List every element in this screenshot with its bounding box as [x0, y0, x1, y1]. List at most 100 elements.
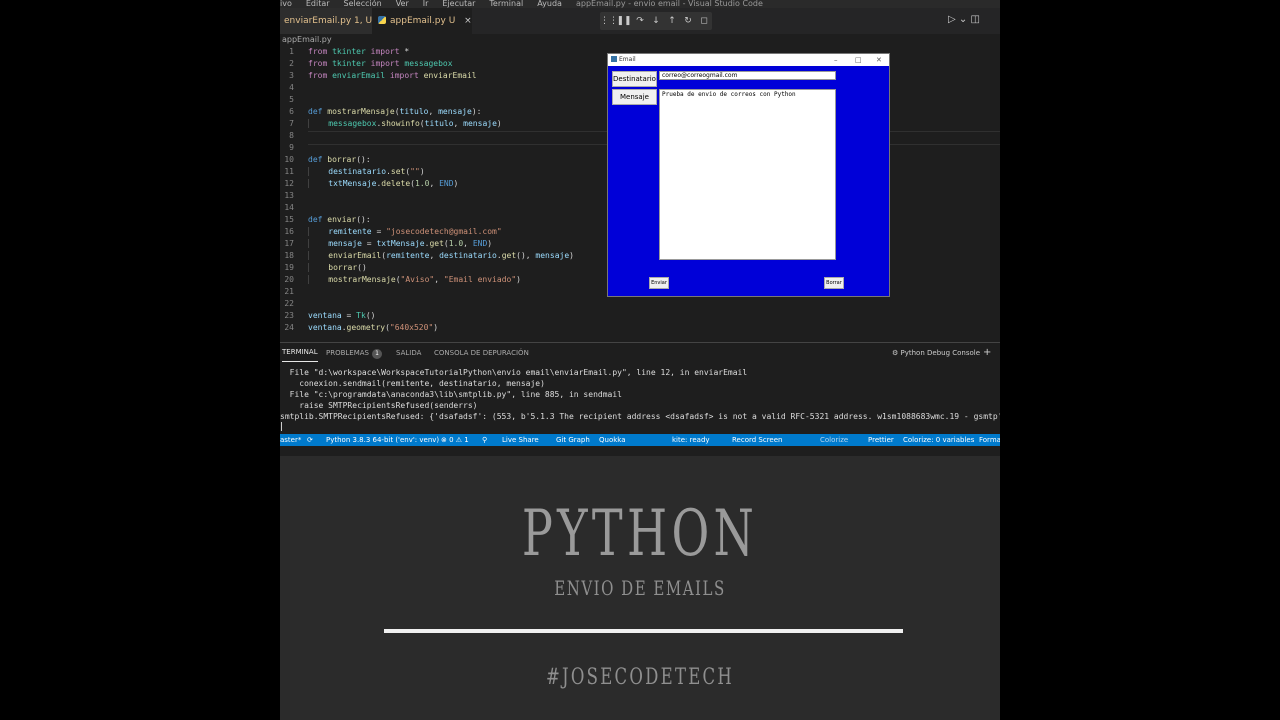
kite-status[interactable]: kite: ready	[672, 434, 710, 446]
chevron-down-icon[interactable]: ⌄	[959, 14, 967, 25]
python-interpreter[interactable]: Python 3.8.3 64-bit ('env': venv)	[326, 434, 439, 446]
run-icon[interactable]: ▷	[948, 14, 956, 25]
code-line: destinatario.set("")	[308, 166, 425, 178]
drag-handle-icon[interactable]: ⋮⋮	[600, 12, 618, 30]
tab-output[interactable]: SALIDA	[396, 343, 421, 363]
menu-item-go[interactable]: Ir	[423, 0, 429, 8]
pause-icon[interactable]: ❚❚	[616, 12, 632, 30]
code-line: from enviarEmail import enviarEmail	[308, 71, 477, 80]
line-number: 10	[284, 155, 294, 164]
line-number: 15	[284, 215, 294, 224]
step-out-icon[interactable]: ↑	[664, 12, 680, 30]
line-number: 5	[289, 95, 294, 104]
tab-enviaremail[interactable]: enviarEmail.py 1, U	[280, 8, 376, 34]
line-number: 14	[284, 203, 294, 212]
destinatario-button[interactable]: Destinatario	[612, 71, 657, 87]
colorize-variables[interactable]: Colorize: 0 variables	[903, 434, 974, 446]
quokka[interactable]: Quokka	[599, 434, 626, 446]
minimize-icon[interactable]: –	[834, 54, 838, 66]
menu-item-help[interactable]: Ayuda	[537, 0, 562, 8]
vscode-window: ivo Editar Selección Ver Ir Ejecutar Terminal A…	[280, 0, 1000, 456]
notification-icon[interactable]: ⚲	[482, 434, 487, 446]
menu-item-terminal[interactable]: Terminal	[489, 0, 523, 8]
add-terminal-icon[interactable]: +	[983, 343, 991, 363]
email-app-window: Email – □ ✕ Destinatario correo@correogm…	[607, 53, 890, 297]
code-line: enviarEmail(remitente, destinatario.get(…	[308, 250, 574, 262]
terminal-line: raise SMTPRecipientsRefused(senderrs)	[280, 401, 478, 410]
tab-appemail[interactable]: appEmail.py U ×	[372, 8, 472, 34]
promo-title: PYTHON	[521, 497, 759, 571]
terminal-selector-label: Python Debug Console	[900, 349, 981, 357]
tab-status: U	[448, 16, 456, 26]
terminal-selector[interactable]: ⚙ Python Debug Console	[892, 343, 980, 363]
run-controls: ▷ ⌄ ◫	[948, 14, 980, 25]
live-share[interactable]: Live Share	[502, 434, 539, 446]
email-window-title: Email	[619, 56, 636, 63]
app-icon	[611, 56, 617, 62]
promo-banner: PYTHON ENVIO DE EMAILS #JOSECODETECH	[280, 456, 1000, 720]
git-branch[interactable]: aster*	[280, 434, 301, 446]
destinatario-input[interactable]: correo@correogmail.com	[659, 71, 836, 80]
breadcrumb[interactable]: appEmail.py	[280, 34, 1000, 46]
mensaje-button[interactable]: Mensaje	[612, 89, 657, 105]
format[interactable]: Forma	[979, 434, 1000, 446]
close-icon[interactable]: ✕	[876, 54, 882, 66]
video-frame: ivo Editar Selección Ver Ir Ejecutar Terminal A…	[280, 0, 1000, 720]
code-line: def mostrarMensaje(titulo, mensaje):	[308, 107, 482, 116]
line-number: 24	[284, 323, 294, 332]
line-number: 22	[284, 299, 294, 308]
code-line: mensaje = txtMensaje.get(1.0, END)	[308, 238, 492, 250]
line-number: 20	[284, 275, 294, 284]
sync-icon[interactable]: ⟳	[307, 434, 313, 446]
enviar-button[interactable]: Enviar	[649, 277, 669, 289]
tab-label: PROBLEMAS	[326, 349, 369, 357]
line-number: 13	[284, 191, 294, 200]
colorize[interactable]: Colorize	[820, 434, 848, 446]
promo-hashtag: #JOSECODETECH	[545, 665, 735, 690]
maximize-icon[interactable]: □	[855, 54, 862, 66]
problems-indicator[interactable]: ⊗ 0 ⚠ 1	[441, 434, 469, 446]
restart-icon[interactable]: ↻	[680, 12, 696, 30]
line-number: 7	[289, 119, 294, 128]
git-graph[interactable]: Git Graph	[556, 434, 590, 446]
divider	[384, 629, 903, 633]
window-title: appEmail.py - envio email - Visual Studi…	[576, 0, 763, 8]
debug-toolbar: ⋮⋮❚❚ ↷ ↓ ↑ ↻ ◻	[600, 12, 712, 30]
line-number: 19	[284, 263, 294, 272]
step-over-icon[interactable]: ↷	[632, 12, 648, 30]
tab-problems[interactable]: PROBLEMAS 1	[326, 343, 382, 363]
tab-label: enviarEmail.py	[284, 16, 352, 26]
borrar-button[interactable]: Borrar	[824, 277, 844, 289]
tab-debug-console[interactable]: CONSOLA DE DEPURACIÓN	[434, 343, 529, 363]
promo-subtitle: ENVIO DE EMAILS	[554, 576, 726, 600]
step-into-icon[interactable]: ↓	[648, 12, 664, 30]
tab-terminal[interactable]: TERMINAL	[282, 343, 318, 362]
menu-item-file[interactable]: ivo	[280, 0, 292, 8]
line-number: 11	[284, 167, 294, 176]
close-icon[interactable]: ×	[464, 16, 472, 26]
terminal-output[interactable]: File "d:\workspace\WorkspaceTutorialPyth…	[280, 362, 1000, 434]
tab-label: appEmail.py	[390, 16, 446, 26]
terminal-line: File "d:\workspace\WorkspaceTutorialPyth…	[280, 368, 748, 377]
menu-item-run[interactable]: Ejecutar	[442, 0, 475, 8]
menu-item-selection[interactable]: Selección	[344, 0, 382, 8]
prettier[interactable]: Prettier	[868, 434, 894, 446]
code-line: messagebox.showinfo(titulo, mensaje)	[308, 118, 502, 130]
menu-item-edit[interactable]: Editar	[306, 0, 330, 8]
stop-icon[interactable]: ◻	[696, 12, 712, 30]
code-line: txtMensaje.delete(1.0, END)	[308, 178, 458, 190]
line-number: 16	[284, 227, 294, 236]
line-number: 12	[284, 179, 294, 188]
terminal-line: conexion.sendmail(remitente, destinatari…	[280, 379, 545, 388]
line-number: 3	[289, 71, 294, 80]
code-line: mostrarMensaje("Aviso", "Email enviado")	[308, 274, 521, 286]
record-screen[interactable]: Record Screen	[732, 434, 782, 446]
code-line: def enviar():	[308, 215, 371, 224]
mensaje-textarea[interactable]: Prueba de envio de correos con Python	[659, 89, 836, 260]
email-window-titlebar[interactable]: Email – □ ✕	[608, 54, 889, 66]
line-number: 18	[284, 251, 294, 260]
menu-item-view[interactable]: Ver	[396, 0, 409, 8]
line-number: 4	[289, 83, 294, 92]
split-editor-icon[interactable]: ◫	[970, 14, 979, 25]
code-line: borrar()	[308, 262, 367, 274]
